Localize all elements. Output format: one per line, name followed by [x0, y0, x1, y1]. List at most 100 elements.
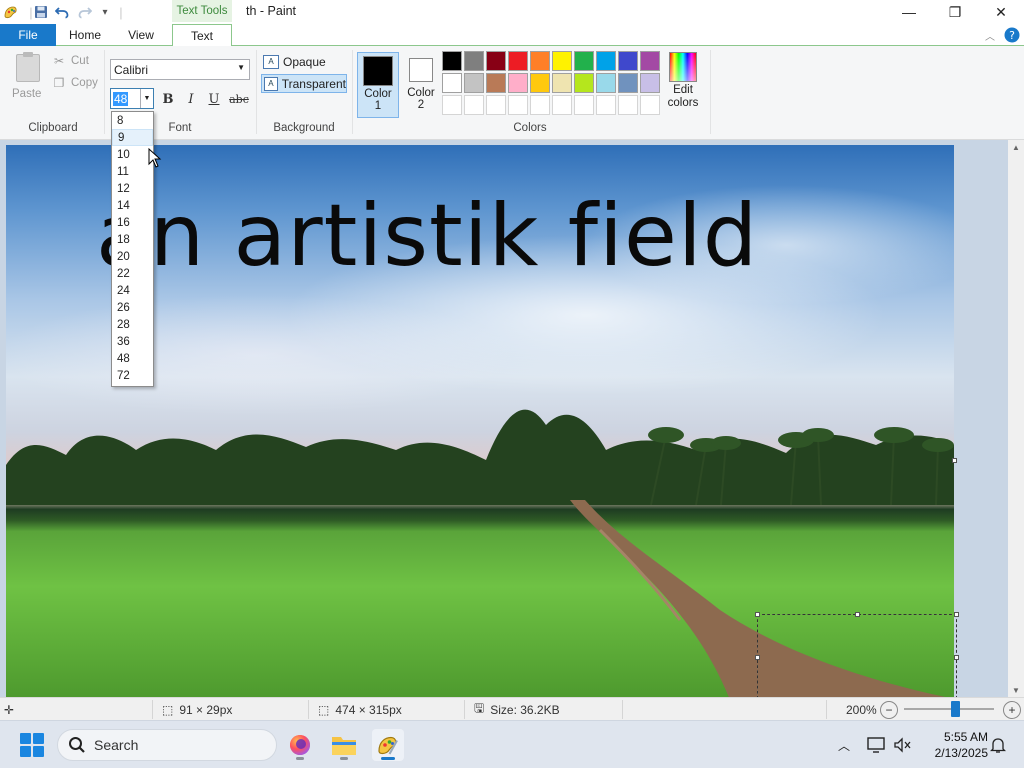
resize-handle[interactable] [855, 612, 860, 617]
resize-handle[interactable] [755, 655, 760, 660]
opaque-option[interactable]: A Opaque [261, 52, 347, 71]
file-explorer-taskbar-icon[interactable] [328, 729, 360, 761]
font-size-option[interactable]: 22 [112, 265, 153, 282]
chevron-down-icon[interactable]: ▼ [140, 89, 153, 108]
font-size-option[interactable]: 14 [112, 197, 153, 214]
custom-color-slot[interactable] [508, 95, 528, 115]
minimize-button[interactable]: — [886, 0, 932, 24]
custom-color-slot[interactable] [486, 95, 506, 115]
custom-color-slot[interactable] [552, 95, 572, 115]
font-family-select[interactable]: Calibri ▼ [110, 59, 250, 80]
color2-swatch [409, 58, 433, 82]
palette-swatch[interactable] [596, 73, 616, 93]
custom-color-slot[interactable] [464, 95, 484, 115]
color1-button[interactable]: Color 1 [357, 52, 399, 118]
save-icon[interactable] [32, 3, 50, 21]
strikethrough-button[interactable]: abc [228, 90, 250, 108]
scroll-up-icon[interactable]: ▲ [1008, 140, 1024, 154]
collapse-ribbon-icon[interactable]: ︿ [980, 24, 1000, 46]
palette-swatch[interactable] [530, 73, 550, 93]
custom-color-slot[interactable] [530, 95, 550, 115]
tab-text[interactable]: Text [172, 24, 232, 47]
font-size-option[interactable]: 28 [112, 316, 153, 333]
palette-swatch[interactable] [552, 73, 572, 93]
tab-view[interactable]: View [116, 24, 166, 46]
palette-swatch[interactable] [442, 73, 462, 93]
cut-button[interactable]: ✂ Cut [52, 52, 89, 70]
font-size-option[interactable]: 11 [112, 163, 153, 180]
font-size-option[interactable]: 9 [112, 129, 153, 146]
font-size-option[interactable]: 24 [112, 282, 153, 299]
notification-bell-icon[interactable] [988, 735, 1008, 755]
font-size-option[interactable]: 10 [112, 146, 153, 163]
zoom-out-button[interactable]: − [880, 701, 898, 719]
palette-swatch[interactable] [640, 51, 660, 71]
speaker-muted-icon[interactable] [892, 735, 912, 755]
zoom-slider-thumb[interactable] [951, 701, 960, 717]
font-size-option[interactable]: 18 [112, 231, 153, 248]
selection-rectangle[interactable] [755, 612, 959, 697]
palette-swatch[interactable] [640, 73, 660, 93]
resize-handle[interactable] [954, 655, 959, 660]
copy-button[interactable]: ❐ Copy [52, 74, 98, 92]
paste-button[interactable]: Paste [8, 52, 46, 104]
scroll-down-icon[interactable]: ▼ [1008, 683, 1024, 697]
canvas-text-box[interactable]: an artistik field [96, 186, 758, 286]
maximize-button[interactable]: ❐ [932, 0, 978, 24]
paint-taskbar-icon[interactable] [372, 729, 404, 761]
palette-swatch[interactable] [552, 51, 572, 71]
italic-button[interactable]: I [181, 90, 201, 108]
font-size-option[interactable]: 48 [112, 350, 153, 367]
font-size-option[interactable]: 26 [112, 299, 153, 316]
chevron-up-icon[interactable]: ︿ [834, 735, 854, 755]
redo-icon[interactable] [76, 3, 94, 21]
paint-app-icon[interactable] [2, 3, 20, 21]
custom-color-slot[interactable] [618, 95, 638, 115]
palette-swatch[interactable] [530, 51, 550, 71]
font-size-option[interactable]: 72 [112, 367, 153, 384]
palette-swatch[interactable] [574, 51, 594, 71]
firefox-taskbar-icon[interactable] [284, 729, 316, 761]
custom-color-slot[interactable] [574, 95, 594, 115]
font-size-option[interactable]: 20 [112, 248, 153, 265]
help-icon[interactable]: ? [1002, 24, 1022, 46]
clock[interactable]: 5:55 AM 2/13/2025 [924, 729, 988, 761]
bold-button[interactable]: B [158, 90, 178, 108]
tab-home[interactable]: Home [60, 24, 110, 46]
palette-swatch[interactable] [464, 73, 484, 93]
font-size-option[interactable]: 36 [112, 333, 153, 350]
palette-swatch[interactable] [508, 51, 528, 71]
taskbar-search[interactable]: Search [57, 729, 277, 761]
custom-color-slot[interactable] [442, 95, 462, 115]
close-button[interactable]: ✕ [978, 0, 1024, 24]
custom-color-slot[interactable] [640, 95, 660, 115]
transparent-option[interactable]: A Transparent [261, 74, 347, 93]
edit-colors-button[interactable]: Edit colors [664, 52, 702, 110]
canvas-resize-handle[interactable] [952, 458, 957, 463]
display-icon[interactable] [866, 735, 886, 755]
vertical-scrollbar[interactable]: ▲ ▼ [1008, 140, 1024, 697]
resize-handle[interactable] [954, 612, 959, 617]
font-size-select[interactable]: 48 ▼ [110, 88, 154, 109]
palette-swatch[interactable] [618, 73, 638, 93]
resize-handle[interactable] [755, 612, 760, 617]
windows-start-icon[interactable] [20, 733, 44, 757]
underline-button[interactable]: U [204, 90, 224, 108]
palette-swatch[interactable] [486, 51, 506, 71]
zoom-in-button[interactable]: + [1003, 701, 1021, 719]
tab-file[interactable]: File [0, 24, 56, 46]
palette-swatch[interactable] [508, 73, 528, 93]
font-size-option[interactable]: 8 [112, 112, 153, 129]
zoom-slider-track[interactable] [904, 708, 994, 710]
color2-button[interactable]: Color 2 [400, 52, 442, 118]
palette-swatch[interactable] [596, 51, 616, 71]
palette-swatch[interactable] [464, 51, 484, 71]
font-size-option[interactable]: 12 [112, 180, 153, 197]
palette-swatch[interactable] [486, 73, 506, 93]
undo-icon[interactable] [53, 3, 71, 21]
palette-swatch[interactable] [442, 51, 462, 71]
custom-color-slot[interactable] [596, 95, 616, 115]
palette-swatch[interactable] [618, 51, 638, 71]
palette-swatch[interactable] [574, 73, 594, 93]
font-size-option[interactable]: 16 [112, 214, 153, 231]
